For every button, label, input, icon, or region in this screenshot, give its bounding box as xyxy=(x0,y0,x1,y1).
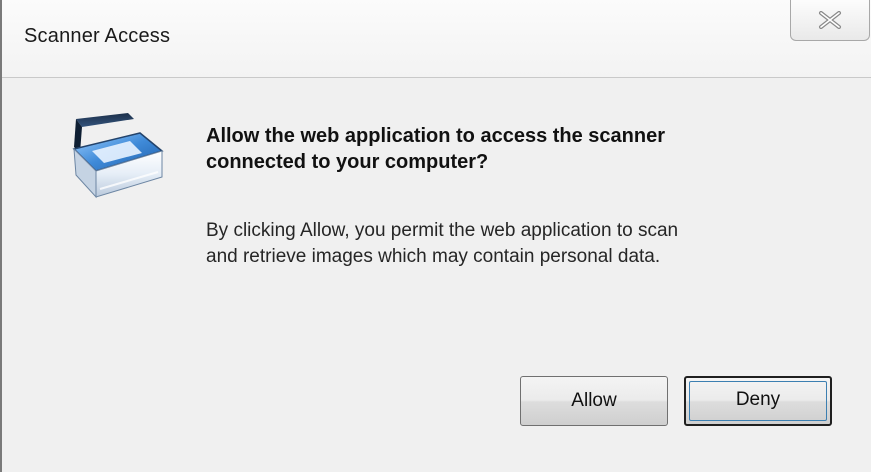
description-line: By clicking Allow, you permit the web ap… xyxy=(206,220,679,241)
heading-line: Allow the web application to access the … xyxy=(206,125,666,147)
heading-line: connected to your computer? xyxy=(206,151,489,173)
description-line: and retrieve images which may contain pe… xyxy=(206,246,661,267)
deny-button[interactable]: Deny xyxy=(684,376,832,426)
dialog-description: By clicking Allow, you permit the web ap… xyxy=(206,218,846,270)
allow-button[interactable]: Allow xyxy=(520,376,668,426)
title-bar[interactable]: Scanner Access xyxy=(2,0,871,78)
scanner-icon xyxy=(72,113,164,199)
deny-button-label: Deny xyxy=(735,389,781,410)
dialog-heading: Allow the web application to access the … xyxy=(206,123,806,175)
dialog-content: Allow the web application to access the … xyxy=(4,78,871,472)
scanner-access-dialog: Scanner Access Allow the web application… xyxy=(0,0,871,472)
window-title: Scanner Access xyxy=(24,25,171,47)
close-button[interactable] xyxy=(790,0,870,41)
close-icon xyxy=(819,11,841,29)
